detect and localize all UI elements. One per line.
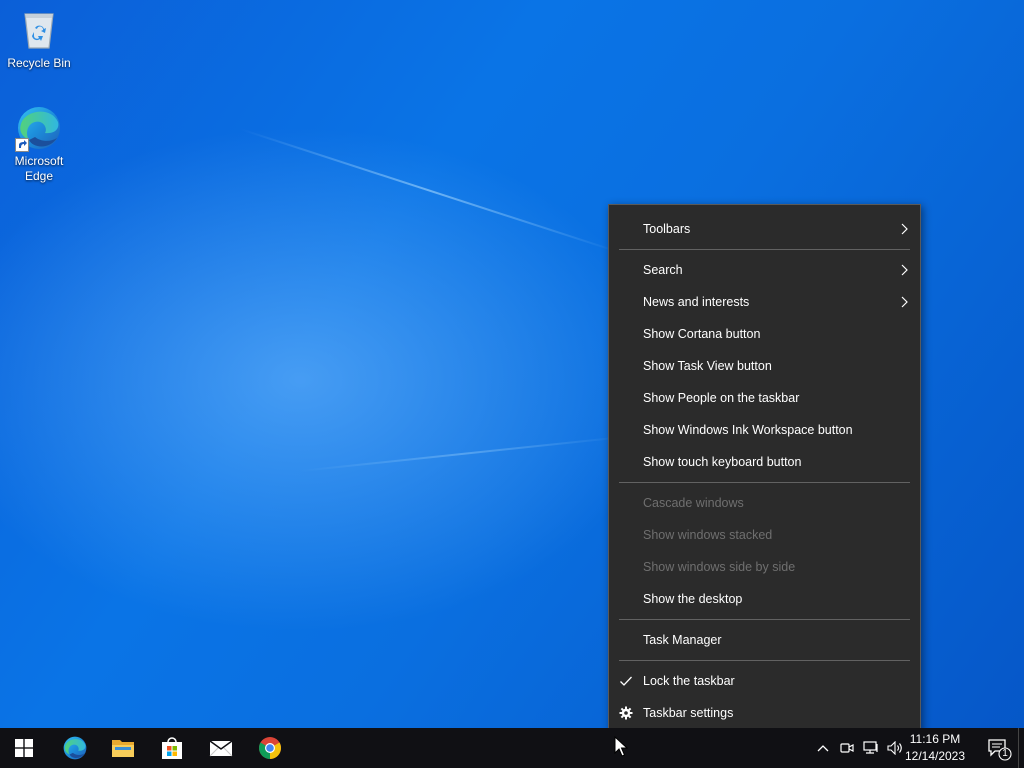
taskbar-mail-button[interactable] xyxy=(197,728,245,768)
menu-item-task-manager[interactable]: Task Manager xyxy=(609,625,920,655)
taskbar-chrome-button[interactable] xyxy=(246,728,294,768)
action-center-button[interactable]: 1 xyxy=(986,735,1012,761)
edge-icon xyxy=(63,736,87,760)
menu-item-label: Toolbars xyxy=(643,222,691,236)
network-button[interactable] xyxy=(860,728,882,768)
wallpaper-light-beam xyxy=(299,435,629,472)
menu-item-taskbar-settings[interactable]: Taskbar settings xyxy=(609,698,920,728)
menu-item-label: Show Task View button xyxy=(643,359,772,373)
taskbar-context-menu: Toolbars Search News and interests Show … xyxy=(608,204,921,737)
clock-date: 12/14/2023 xyxy=(904,749,966,763)
network-icon xyxy=(863,741,878,754)
meet-now-button[interactable] xyxy=(837,728,857,768)
mail-icon xyxy=(209,740,233,757)
menu-item-show-windows-stacked: Show windows stacked xyxy=(609,520,920,550)
taskbar-clock[interactable]: 11:16 PM 12/14/2023 xyxy=(902,731,968,765)
menu-item-lock-the-taskbar[interactable]: Lock the taskbar xyxy=(609,666,920,696)
menu-item-label: Search xyxy=(643,263,683,277)
menu-item-label: Show Windows Ink Workspace button xyxy=(643,423,853,437)
notification-count-badge: 1 xyxy=(1002,748,1008,759)
chrome-icon xyxy=(259,737,281,759)
gear-icon xyxy=(619,706,633,720)
chevron-right-icon xyxy=(901,264,908,276)
menu-item-label: Show Cortana button xyxy=(643,327,761,341)
menu-item-news-and-interests[interactable]: News and interests xyxy=(609,287,920,317)
menu-separator xyxy=(619,619,910,620)
show-hidden-icons-button[interactable] xyxy=(812,728,834,768)
taskbar-edge-button[interactable] xyxy=(51,728,99,768)
menu-separator xyxy=(619,249,910,250)
menu-item-show-the-desktop[interactable]: Show the desktop xyxy=(609,584,920,614)
file-explorer-icon xyxy=(112,740,134,757)
menu-item-label: Show windows side by side xyxy=(643,560,796,574)
taskbar-file-explorer-button[interactable] xyxy=(99,728,147,768)
windows-logo-icon xyxy=(15,739,33,757)
clock-time: 11:16 PM xyxy=(909,732,961,746)
mouse-cursor-icon xyxy=(614,736,628,757)
menu-item-label: Show People on the taskbar xyxy=(643,391,800,405)
menu-item-cascade-windows: Cascade windows xyxy=(609,488,920,518)
menu-item-show-task-view-button[interactable]: Show Task View button xyxy=(609,351,920,381)
menu-item-show-people[interactable]: Show People on the taskbar xyxy=(609,383,920,413)
chevron-right-icon xyxy=(901,223,908,235)
menu-item-label: Task Manager xyxy=(643,633,722,647)
chevron-right-icon xyxy=(901,296,908,308)
menu-item-show-cortana-button[interactable]: Show Cortana button xyxy=(609,319,920,349)
microsoft-store-icon xyxy=(162,737,182,759)
menu-item-show-windows-ink[interactable]: Show Windows Ink Workspace button xyxy=(609,415,920,445)
wallpaper-light-beam xyxy=(239,128,621,254)
menu-separator xyxy=(619,482,910,483)
desktop-icon-recycle-bin[interactable]: Recycle Bin xyxy=(1,6,77,71)
taskbar[interactable]: 11:16 PM 12/14/2023 1 xyxy=(0,728,1024,768)
menu-item-label: News and interests xyxy=(643,295,750,309)
menu-item-show-windows-side-by-side: Show windows side by side xyxy=(609,552,920,582)
menu-item-label: Show touch keyboard button xyxy=(643,455,802,469)
show-desktop-button[interactable] xyxy=(1018,728,1024,768)
recycle-bin-icon xyxy=(15,6,63,54)
menu-item-show-touch-keyboard[interactable]: Show touch keyboard button xyxy=(609,447,920,477)
menu-item-label: Taskbar settings xyxy=(643,706,734,720)
menu-item-search[interactable]: Search xyxy=(609,255,920,285)
desktop-icon-label: Microsoft Edge xyxy=(14,154,64,183)
menu-separator xyxy=(619,660,910,661)
volume-icon xyxy=(887,741,902,755)
menu-item-label: Cascade windows xyxy=(643,496,744,510)
desktop-icon-microsoft-edge[interactable]: Microsoft Edge xyxy=(1,104,77,184)
meet-now-icon xyxy=(840,743,854,753)
checkmark-icon xyxy=(620,676,632,686)
menu-item-toolbars[interactable]: Toolbars xyxy=(609,214,920,244)
desktop-icon-label: Recycle Bin xyxy=(7,56,71,70)
edge-icon xyxy=(15,104,63,152)
menu-item-label: Lock the taskbar xyxy=(643,674,735,688)
taskbar-microsoft-store-button[interactable] xyxy=(148,728,196,768)
shortcut-arrow-icon xyxy=(15,138,29,152)
start-button[interactable] xyxy=(0,728,48,768)
menu-item-label: Show windows stacked xyxy=(643,528,773,542)
chevron-up-icon xyxy=(817,745,829,752)
menu-item-label: Show the desktop xyxy=(643,592,743,606)
